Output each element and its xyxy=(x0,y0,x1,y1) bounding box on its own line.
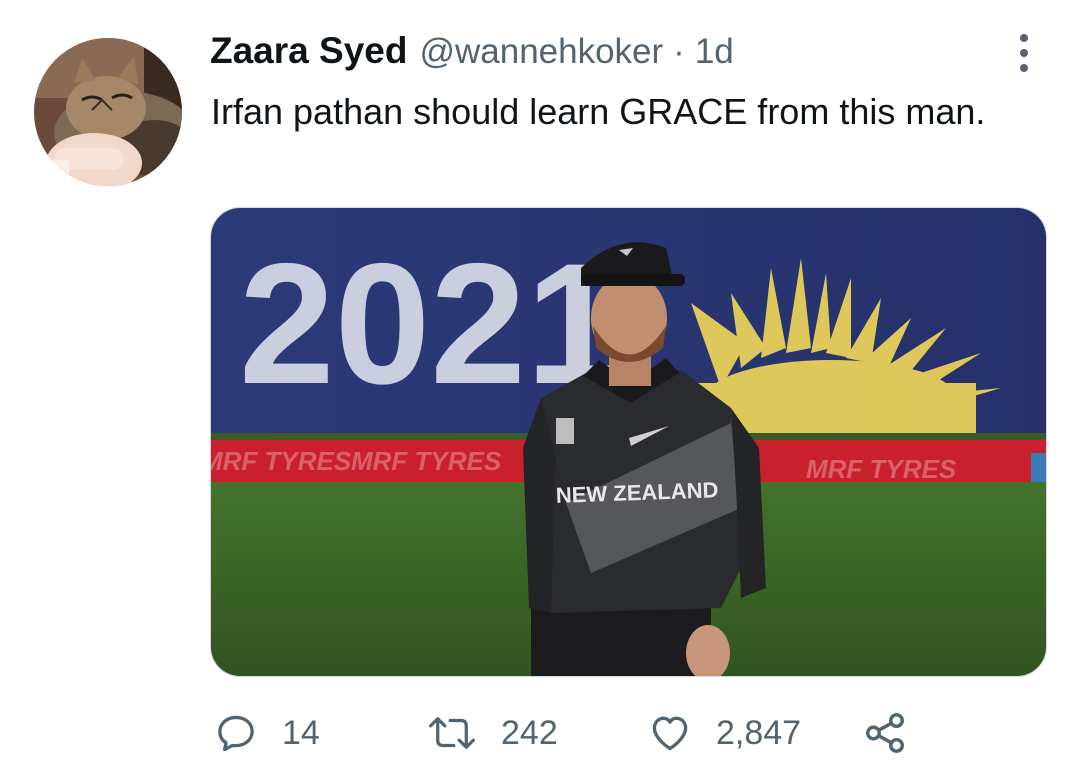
board-text-mid: MRF TYRES xyxy=(351,446,502,476)
retweet-icon xyxy=(428,717,476,749)
like-count: 2,847 xyxy=(716,713,802,752)
reply-count: 14 xyxy=(282,713,320,752)
tweet-timestamp[interactable]: 1d xyxy=(695,32,734,72)
tweet[interactable]: Zaara Syed @wannehkoker · 1d Irfan patha… xyxy=(0,0,1080,781)
board-text-left: MRF TYRES xyxy=(211,446,352,476)
cricket-player-photo: 2021 MRF TYRES MRF TYRES MRF TYRES NEW Z… xyxy=(211,208,1046,676)
display-name[interactable]: Zaara Syed xyxy=(210,30,407,72)
share-button[interactable] xyxy=(862,705,908,761)
like-icon xyxy=(652,716,688,751)
board-text-right: MRF TYRES xyxy=(806,454,957,484)
reply-icon xyxy=(218,715,254,752)
share-icon xyxy=(866,713,904,753)
avatar[interactable] xyxy=(34,38,182,186)
retweet-count: 242 xyxy=(501,713,558,752)
separator-dot: · xyxy=(673,32,685,71)
tweet-text: Irfan pathan should learn GRACE from thi… xyxy=(211,91,986,132)
avatar-image xyxy=(34,38,182,186)
tweet-actions: 14 242 2,847 xyxy=(0,705,1080,761)
user-handle[interactable]: @wannehkoker xyxy=(419,32,663,72)
tweet-media-image[interactable]: 2021 MRF TYRES MRF TYRES MRF TYRES NEW Z… xyxy=(210,207,1047,677)
tweet-header: Zaara Syed @wannehkoker · 1d xyxy=(210,30,734,80)
more-icon[interactable] xyxy=(1004,30,1044,76)
reply-button[interactable]: 14 xyxy=(214,705,320,761)
retweet-button[interactable]: 242 xyxy=(427,705,558,761)
like-button[interactable]: 2,847 xyxy=(648,705,801,761)
